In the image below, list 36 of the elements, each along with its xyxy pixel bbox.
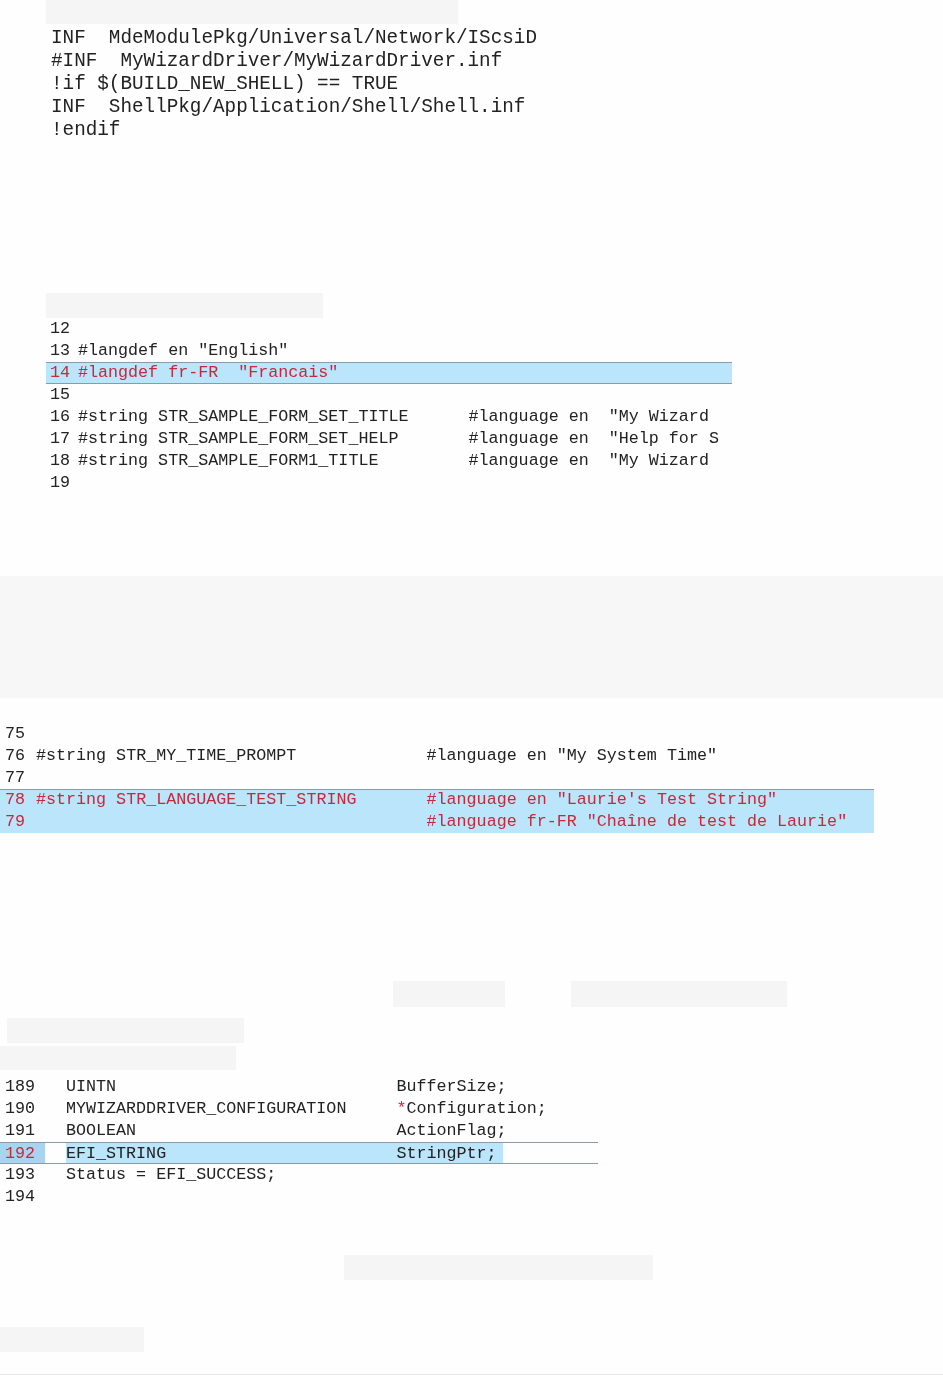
line-number: 194: [4, 1186, 37, 1208]
line-number: 75: [4, 723, 27, 745]
line-number: 76: [4, 745, 27, 767]
line-number: 78: [4, 790, 27, 811]
line-number: 17: [49, 428, 72, 450]
line-number: 190: [4, 1098, 37, 1120]
code-line: #string STR_SAMPLE_FORM_SET_TITLE #language en "My Wizard: [78, 406, 709, 428]
code-line: #langdef fr-FR "Francais": [78, 363, 339, 383]
line-number: 12: [49, 318, 72, 340]
code-line: #INF MyWizardDriver/MyWizardDriver.inf: [51, 50, 503, 73]
line-number: 13: [49, 340, 72, 362]
code-line: #string STR_SAMPLE_FORM_SET_HELP #language en "Help for S: [78, 428, 719, 450]
code-line: INF MdeModulePkg/Universal/Network/IScsiD: [51, 27, 537, 50]
line-number: 192: [0, 1143, 45, 1163]
line-number: 189: [4, 1076, 37, 1098]
code-line: MYWIZARDDRIVER_CONFIGURATION *Configuration;: [66, 1098, 547, 1120]
line-number: 18: [49, 450, 72, 472]
code-line: !endif: [51, 119, 121, 142]
code-line: UINTN BufferSize;: [66, 1076, 507, 1098]
code-line: !if $(BUILD_NEW_SHELL) == TRUE: [51, 73, 399, 96]
code-line: #string STR_SAMPLE_FORM1_TITLE #language en "My Wizard: [78, 450, 709, 472]
line-number: 191: [4, 1120, 37, 1142]
code-line: Status = EFI_SUCCESS;: [66, 1164, 277, 1186]
code-line: #string STR_LANGUAGE_TEST_STRING #language en "Laurie's Test String": [36, 790, 778, 811]
line-number: 193: [4, 1164, 37, 1186]
line-number: 77: [4, 767, 27, 789]
line-number: 14: [49, 363, 72, 383]
line-number: 19: [49, 472, 72, 494]
code-line: INF ShellPkg/Application/Shell/Shell.inf: [51, 96, 526, 119]
line-number: 79: [4, 811, 27, 833]
code-line: #language fr-FR "Chaîne de test de Laurie": [425, 811, 848, 833]
line-number: 15: [49, 384, 72, 406]
code-line: BOOLEAN ActionFlag;: [66, 1120, 507, 1142]
line-number: 16: [49, 406, 72, 428]
code-line: #langdef en "English": [78, 340, 289, 362]
code-line: #string STR_MY_TIME_PROMPT #language en "My System Time": [36, 745, 717, 767]
